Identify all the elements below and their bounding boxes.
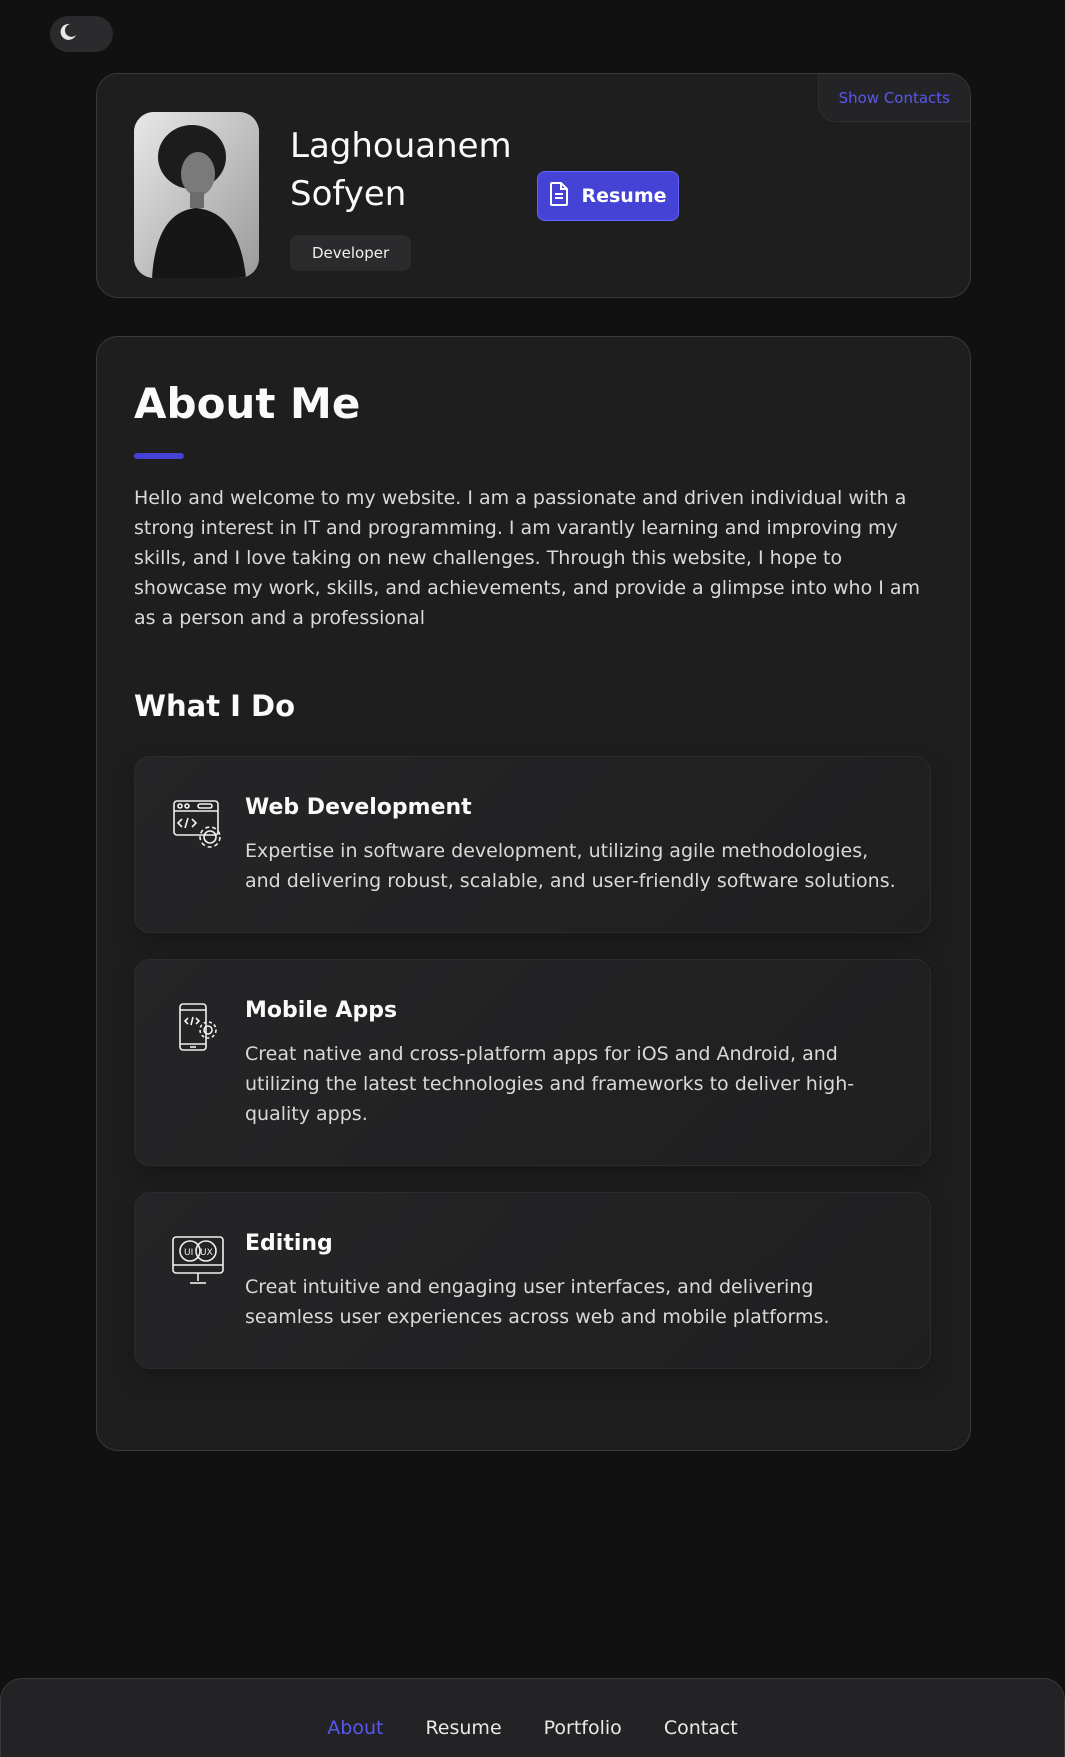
service-title: Web Development	[245, 795, 472, 820]
ui-ux-monitor-icon: UI UX	[172, 1235, 224, 1287]
service-description: Creat native and cross-platform apps for…	[245, 1043, 855, 1125]
bottom-nav: About Resume Portfolio Contact	[0, 1678, 1065, 1757]
service-title: Editing	[245, 1231, 333, 1256]
mobile-app-icon	[172, 1002, 224, 1054]
resume-button[interactable]: Resume	[537, 171, 679, 221]
name-second-line: Sofyen	[290, 174, 407, 214]
nav-portfolio[interactable]: Portfolio	[544, 1717, 622, 1757]
resume-button-label: Resume	[581, 185, 667, 207]
avatar	[134, 112, 259, 278]
title-underline	[134, 453, 184, 459]
nav-resume[interactable]: Resume	[425, 1717, 501, 1757]
profile-name: Laghouanem Sofyen	[290, 122, 540, 218]
theme-toggle[interactable]	[50, 16, 113, 52]
profile-card: Laghouanem Sofyen Developer Resume Show …	[96, 73, 971, 298]
about-card: About Me Hello and welcome to my website…	[96, 336, 971, 1451]
service-card-web-development: Web Development Expertise in software de…	[134, 756, 931, 933]
service-description: Expertise in software development, utili…	[245, 840, 896, 892]
show-contacts-button[interactable]: Show Contacts	[817, 74, 970, 122]
service-card-mobile-apps: Mobile Apps Creat native and cross-platf…	[134, 959, 931, 1166]
role-badge: Developer	[290, 235, 412, 271]
document-icon	[549, 181, 569, 211]
about-text: Hello and welcome to my website. I am a …	[134, 487, 921, 629]
svg-text:UI: UI	[184, 1248, 193, 1258]
nav-contact[interactable]: Contact	[664, 1717, 738, 1757]
name-first-line: Laghouanem	[290, 126, 512, 166]
service-description: Creat intuitive and engaging user interf…	[245, 1276, 830, 1328]
web-development-icon	[172, 799, 224, 851]
service-card-editing: UI UX Editing Creat intuitive and engagi…	[134, 1192, 931, 1369]
what-i-do-title: What I Do	[134, 689, 296, 723]
moon-icon	[58, 22, 78, 46]
nav-about[interactable]: About	[327, 1717, 383, 1757]
svg-text:UX: UX	[200, 1248, 213, 1258]
about-title: About Me	[134, 379, 361, 428]
service-title: Mobile Apps	[245, 998, 398, 1023]
